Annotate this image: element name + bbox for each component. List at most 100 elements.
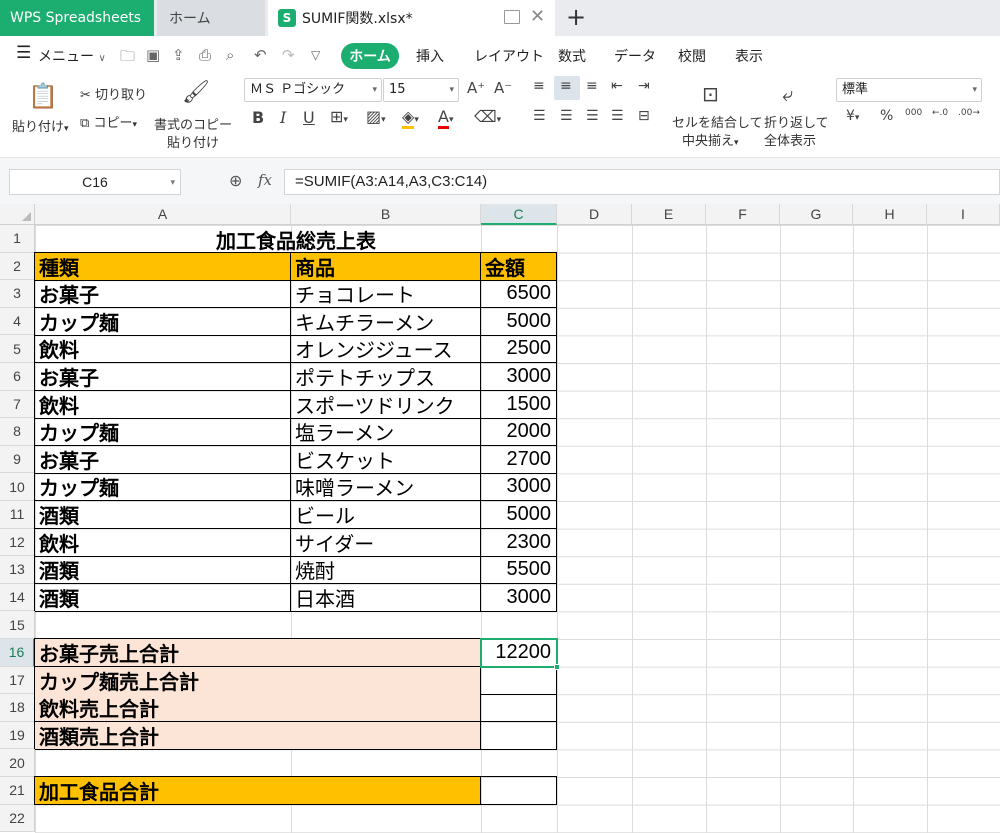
data-cell-type[interactable]: 飲料 bbox=[35, 528, 291, 557]
summary-label[interactable]: 酒類売上合計 bbox=[35, 721, 481, 750]
grand-total-label[interactable]: 加工食品合計 bbox=[35, 777, 481, 806]
ribbon-tab-view[interactable]: 表示 bbox=[735, 46, 763, 66]
align-right-icon[interactable]: ☰ bbox=[586, 108, 599, 124]
export-icon[interactable]: ⇪ bbox=[172, 46, 185, 64]
row-header-8[interactable]: 8 bbox=[0, 418, 35, 446]
increase-decimal-icon[interactable]: ←.0 bbox=[932, 108, 948, 118]
grand-total-value[interactable] bbox=[481, 777, 557, 806]
header-cell-amount[interactable]: 金額 bbox=[481, 252, 557, 281]
ribbon-tab-home[interactable]: ホーム bbox=[341, 43, 399, 69]
row-header-6[interactable]: 6 bbox=[0, 363, 35, 391]
percent-icon[interactable]: % bbox=[880, 108, 893, 124]
wrap-text-label-2[interactable]: 全体表示 bbox=[764, 130, 816, 149]
ribbon-tab-data[interactable]: データ bbox=[614, 46, 656, 66]
data-cell-amount[interactable]: 5000 bbox=[481, 307, 557, 336]
column-header-c[interactable]: C bbox=[481, 204, 557, 225]
row-header-12[interactable]: 12 bbox=[0, 528, 35, 557]
align-bottom-icon[interactable]: ≡ bbox=[586, 78, 598, 94]
cut-button[interactable]: ✂ 切り取り bbox=[80, 84, 147, 103]
document-tab[interactable]: S SUMIF関数.xlsx* ✕ bbox=[268, 0, 555, 36]
decrease-indent-icon[interactable]: ⇤ bbox=[611, 78, 623, 94]
align-left-icon[interactable]: ☰ bbox=[533, 108, 546, 124]
row-header-9[interactable]: 9 bbox=[0, 445, 35, 474]
data-cell-product[interactable]: キムチラーメン bbox=[291, 307, 481, 336]
summary-label[interactable]: 飲料売上合計 bbox=[35, 694, 481, 723]
print-icon[interactable]: ⎙ bbox=[199, 46, 211, 64]
data-cell-type[interactable]: カップ麺 bbox=[35, 418, 291, 447]
name-box[interactable]: C16 ▾ bbox=[9, 169, 181, 195]
ribbon-tab-review[interactable]: 校閲 bbox=[678, 46, 706, 66]
copy-button[interactable]: ⧉ コピー▾ bbox=[80, 112, 137, 131]
row-header-15[interactable]: 15 bbox=[0, 611, 35, 639]
column-header-a[interactable]: A bbox=[35, 204, 291, 225]
justify-icon[interactable]: ☰ bbox=[611, 108, 624, 124]
column-header-e[interactable]: E bbox=[632, 204, 706, 225]
row-header-16[interactable]: 16 bbox=[0, 639, 35, 667]
row-header-19[interactable]: 19 bbox=[0, 721, 35, 750]
data-cell-product[interactable]: ビール bbox=[291, 501, 481, 530]
column-header-i[interactable]: I bbox=[927, 204, 1000, 225]
home-tab[interactable]: ホーム bbox=[157, 0, 265, 36]
fill-pattern-icon[interactable]: ▨▾ bbox=[366, 107, 386, 126]
print-preview-icon[interactable]: ⌕ bbox=[226, 46, 234, 64]
font-name-select[interactable]: ＭＳ Ｐゴシック ▾ bbox=[244, 78, 382, 102]
data-cell-type[interactable]: 飲料 bbox=[35, 335, 291, 364]
sheet-title[interactable]: 加工食品総売上表 bbox=[35, 225, 557, 253]
paste-button[interactable]: 貼り付け▾ bbox=[12, 116, 69, 135]
data-cell-type[interactable]: 飲料 bbox=[35, 390, 291, 419]
window-mode-icon[interactable] bbox=[504, 10, 520, 24]
border-icon[interactable]: ⊞▾ bbox=[330, 107, 348, 126]
row-header-4[interactable]: 4 bbox=[0, 307, 35, 336]
data-cell-product[interactable]: ビスケット bbox=[291, 445, 481, 474]
ribbon-tab-formulas[interactable]: 数式 bbox=[558, 46, 586, 66]
row-header-17[interactable]: 17 bbox=[0, 666, 35, 695]
row-header-2[interactable]: 2 bbox=[0, 252, 35, 281]
select-all-corner[interactable] bbox=[0, 204, 35, 225]
data-cell-product[interactable]: サイダー bbox=[291, 528, 481, 557]
data-cell-type[interactable]: お菓子 bbox=[35, 363, 291, 392]
data-cell-amount[interactable]: 5500 bbox=[481, 556, 557, 585]
fill-color-icon[interactable]: ◈▾ bbox=[402, 107, 419, 129]
data-cell-product[interactable]: 味噌ラーメン bbox=[291, 473, 481, 502]
open-folder-icon[interactable]: 🗀 bbox=[120, 46, 135, 71]
main-menu-button[interactable]: メニュー ∨ bbox=[38, 46, 106, 66]
data-cell-product[interactable]: ポテトチップス bbox=[291, 363, 481, 392]
data-cell-type[interactable]: 酒類 bbox=[35, 501, 291, 530]
row-header-20[interactable]: 20 bbox=[0, 749, 35, 777]
redo-icon[interactable]: ↷ bbox=[282, 46, 295, 64]
bold-icon[interactable]: B bbox=[252, 108, 264, 127]
row-header-11[interactable]: 11 bbox=[0, 501, 35, 529]
new-tab-icon[interactable]: + bbox=[566, 3, 586, 31]
data-cell-amount[interactable]: 2300 bbox=[481, 528, 557, 557]
summary-label[interactable]: カップ麺売上合計 bbox=[35, 666, 481, 695]
header-cell-product[interactable]: 商品 bbox=[291, 252, 481, 281]
customize-dropdown-icon[interactable]: ▽ bbox=[311, 48, 320, 62]
data-cell-type[interactable]: お菓子 bbox=[35, 445, 291, 474]
data-cell-type[interactable]: 酒類 bbox=[35, 583, 291, 612]
distributed-icon[interactable]: ⊟ bbox=[638, 108, 650, 124]
column-header-h[interactable]: H bbox=[853, 204, 927, 225]
row-header-3[interactable]: 3 bbox=[0, 280, 35, 308]
header-cell-type[interactable]: 種類 bbox=[35, 252, 291, 281]
thousands-separator-icon[interactable]: 000 bbox=[905, 108, 922, 118]
data-cell-type[interactable]: 酒類 bbox=[35, 556, 291, 585]
italic-icon[interactable]: I bbox=[280, 108, 286, 127]
save-icon[interactable]: ▣ bbox=[146, 46, 160, 64]
data-cell-type[interactable]: カップ麺 bbox=[35, 473, 291, 502]
align-top-icon[interactable]: ≡ bbox=[533, 78, 545, 94]
row-header-13[interactable]: 13 bbox=[0, 556, 35, 584]
summary-value[interactable] bbox=[481, 694, 557, 723]
summary-value[interactable] bbox=[481, 666, 557, 695]
data-cell-amount[interactable]: 3000 bbox=[481, 583, 557, 612]
underline-icon[interactable]: U bbox=[303, 108, 315, 127]
column-header-d[interactable]: D bbox=[557, 204, 632, 225]
data-cell-amount[interactable]: 6500 bbox=[481, 280, 557, 309]
function-icon[interactable]: fx bbox=[258, 171, 272, 189]
data-cell-product[interactable]: 焼酎 bbox=[291, 556, 481, 585]
row-header-10[interactable]: 10 bbox=[0, 473, 35, 501]
data-cell-product[interactable]: 日本酒 bbox=[291, 583, 481, 612]
spreadsheet-grid[interactable]: ABCDEFGHI 1 2 3 4 5 6 7 8 9 10 11 12 13 14 15 16 17 18 19 2… bbox=[0, 204, 1000, 833]
data-cell-product[interactable]: チョコレート bbox=[291, 280, 481, 309]
merge-center-label-1[interactable]: セルを結合して bbox=[672, 112, 763, 131]
summary-label[interactable]: お菓子売上合計 bbox=[35, 639, 481, 668]
